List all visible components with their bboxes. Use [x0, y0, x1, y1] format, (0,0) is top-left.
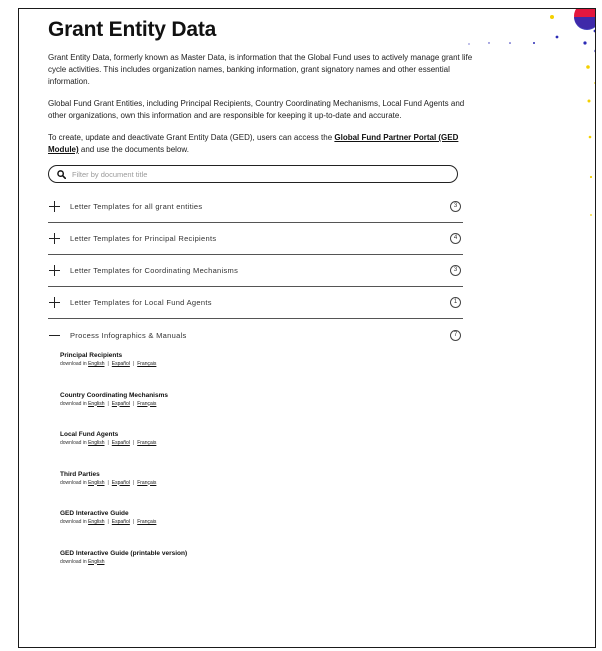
download-links: download in English | Español | Français: [60, 439, 463, 447]
document-title: Local Fund Agents: [60, 431, 119, 438]
separator: |: [132, 479, 135, 486]
accordion-item-coordinating-mechanisms[interactable]: Letter Templates for Coordinating Mechan…: [48, 255, 463, 287]
accordion-item-process-infographics[interactable]: Process Infographics & Manuals 7: [48, 319, 463, 351]
accordion-item-label: Letter Templates for Coordinating Mechan…: [70, 266, 239, 275]
item-count-badge: 1: [450, 297, 461, 308]
document-title: Country Coordinating Mechanisms: [60, 391, 168, 399]
intro-text: Grant Entity Data, formerly known as Mas…: [48, 52, 478, 156]
item-count-badge: 3: [450, 265, 461, 276]
plus-icon[interactable]: [49, 232, 61, 245]
access-text: To create, update and deactivate Grant E…: [48, 133, 335, 142]
download-english-link[interactable]: English: [88, 559, 104, 565]
document-accordion: Letter Templates for all grant entities …: [48, 191, 463, 588]
search-icon: [57, 169, 66, 179]
separator: |: [132, 519, 135, 525]
list-item: Principal Recipients download in English…: [60, 351, 463, 391]
download-prefix: download in: [60, 440, 87, 446]
document-title: Third Parties: [60, 470, 100, 478]
accordion-item-local-fund-agents[interactable]: Letter Templates for Local Fund Agents 1: [48, 287, 463, 319]
main-content: Grant Entity Data Grant Entity Data, for…: [48, 9, 478, 588]
download-english-link[interactable]: English: [88, 480, 104, 486]
plus-icon[interactable]: [49, 296, 61, 309]
download-links: download in English | Español | Français: [60, 518, 463, 526]
list-item: Local Fund Agents download in English | Es…: [60, 430, 463, 470]
filter-search-box[interactable]: [48, 165, 458, 183]
separator: |: [107, 361, 109, 367]
download-english-link[interactable]: English: [88, 361, 104, 367]
separator: |: [132, 400, 135, 407]
download-prefix: download in: [60, 558, 87, 565]
download-spanish-link[interactable]: Español: [112, 401, 130, 407]
list-item: Country Coordinating Mechanisms download…: [60, 391, 463, 431]
browser-viewport: Grant Entity Data Grant Entity Data, for…: [18, 8, 596, 648]
accordion-item-label: Letter Templates for all grant entities: [70, 202, 203, 211]
download-french-link[interactable]: Français: [137, 401, 156, 407]
download-spanish-link[interactable]: Español: [112, 480, 130, 486]
separator: |: [107, 519, 109, 525]
separator: |: [107, 440, 109, 446]
download-prefix: download in: [60, 519, 87, 525]
access-paragraph: To create, update and deactivate Grant E…: [48, 132, 478, 156]
accordion-item-label: Letter Templates for Principal Recipient…: [70, 234, 217, 243]
minus-icon[interactable]: [49, 329, 61, 341]
plus-icon[interactable]: [49, 200, 61, 213]
download-prefix: download in: [60, 400, 87, 407]
accordion-item-label: Letter Templates for Local Fund Agents: [70, 298, 212, 307]
separator: |: [132, 440, 135, 446]
document-title: GED Interactive Guide: [60, 510, 129, 517]
download-prefix: download in: [60, 361, 87, 367]
download-links: download in English | Español | Français: [60, 360, 463, 368]
document-title: GED Interactive Guide (printable version…: [60, 549, 188, 557]
separator: |: [107, 479, 109, 486]
intro-paragraph: Grant Entity Data, formerly known as Mas…: [48, 53, 473, 86]
download-french-link[interactable]: Français: [137, 361, 156, 367]
download-french-link[interactable]: Français: [137, 519, 156, 525]
download-english-link[interactable]: English: [88, 401, 104, 407]
download-english-link[interactable]: English: [88, 440, 104, 446]
document-title: Principal Recipients: [60, 352, 123, 359]
download-prefix: download in: [60, 479, 87, 486]
download-links: download in English | Español | Français: [60, 479, 463, 487]
document-list: Principal Recipients download in English…: [48, 351, 463, 588]
item-count-badge: 3: [450, 201, 461, 212]
download-links: download in English: [60, 558, 463, 566]
list-item: Third Parties download in English | Españo…: [60, 470, 463, 510]
list-item: GED Interactive Guide download in Englis…: [60, 509, 463, 549]
intro-paragraph: Global Fund Grant Entities, including Pr…: [48, 99, 465, 120]
separator: |: [132, 361, 135, 367]
list-item: GED Interactive Guide (printable version…: [60, 549, 463, 589]
accordion-item-principal-recipients[interactable]: Letter Templates for Principal Recipient…: [48, 223, 463, 255]
plus-icon[interactable]: [49, 264, 61, 277]
access-text-end: and use the documents below.: [78, 145, 189, 154]
accordion-item-label: Process Infographics & Manuals: [70, 330, 187, 340]
item-count-badge: 7: [450, 329, 461, 341]
download-spanish-link[interactable]: Español: [112, 519, 130, 525]
search-input[interactable]: [72, 169, 449, 179]
download-links: download in English | Español | Français: [60, 400, 463, 408]
download-english-link[interactable]: English: [88, 519, 104, 525]
page-title: Grant Entity Data: [48, 18, 217, 41]
accordion-item-all-grant-entities[interactable]: Letter Templates for all grant entities …: [48, 191, 463, 223]
download-spanish-link[interactable]: Español: [112, 361, 130, 367]
item-count-badge: 4: [450, 233, 461, 244]
download-french-link[interactable]: Français: [137, 480, 156, 486]
download-french-link[interactable]: Français: [137, 440, 156, 446]
download-spanish-link[interactable]: Español: [112, 440, 130, 446]
separator: |: [107, 400, 109, 407]
